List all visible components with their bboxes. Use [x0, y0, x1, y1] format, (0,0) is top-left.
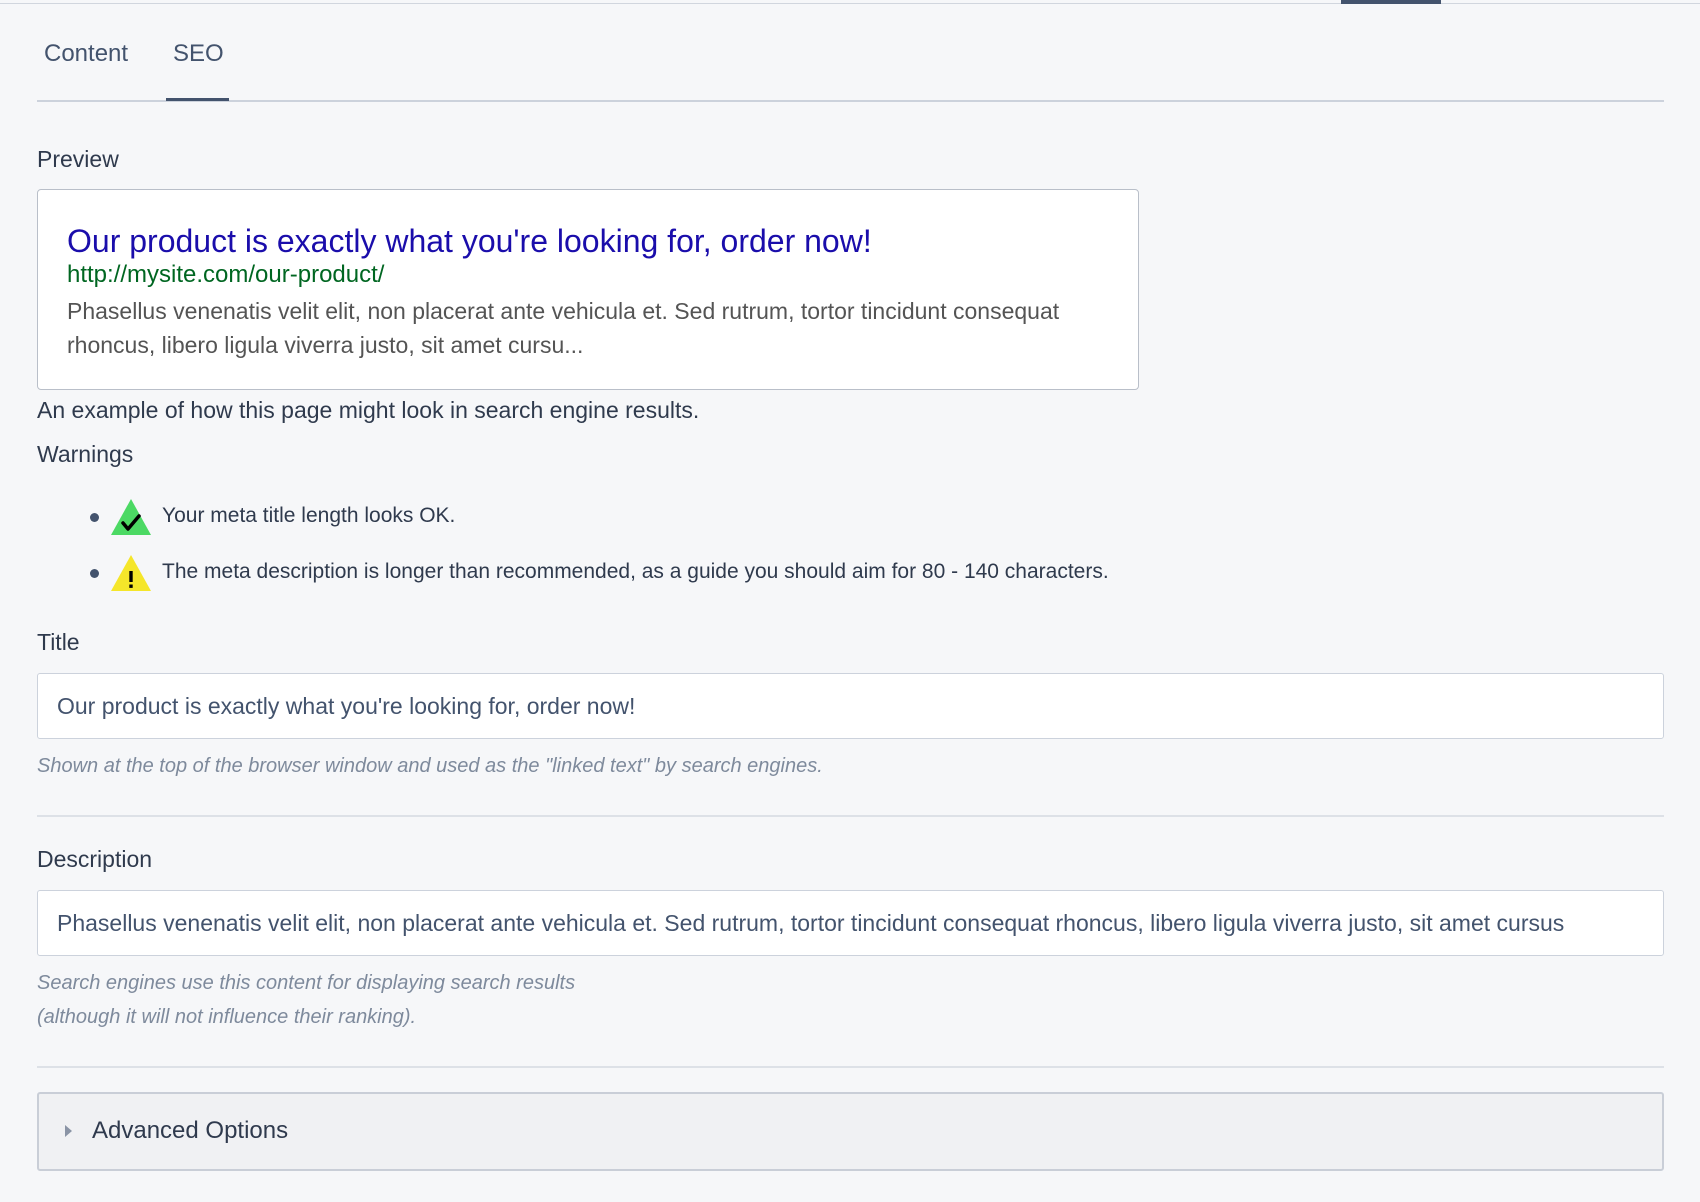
tab-seo[interactable]: SEO	[173, 40, 224, 68]
preview-description: Phasellus venenatis velit elit, non plac…	[67, 298, 1060, 358]
warning-text: The meta description is longer than reco…	[162, 560, 1109, 583]
caret-right-icon	[65, 1125, 72, 1137]
advanced-options-label: Advanced Options	[92, 1117, 289, 1144]
tab-content[interactable]: Content	[44, 40, 128, 68]
title-help-text: Shown at the top of the browser window a…	[37, 755, 823, 777]
search-preview: Our product is exactly what you're looki…	[37, 189, 1139, 390]
tab-bar: Content SEO	[37, 0, 1664, 102]
preview-label: Preview	[37, 146, 119, 172]
title-input[interactable]	[37, 673, 1664, 739]
preview-title: Our product is exactly what you're looki…	[67, 223, 872, 259]
warnings-label: Warnings	[37, 441, 134, 467]
description-input[interactable]	[37, 890, 1664, 956]
advanced-options-toggle[interactable]: Advanced Options	[37, 1092, 1664, 1171]
active-tab-indicator	[166, 98, 229, 101]
check-icon	[111, 499, 151, 535]
bullet	[90, 569, 99, 578]
warning-text: Your meta title length looks OK.	[162, 504, 456, 527]
bullet	[90, 513, 99, 522]
divider	[37, 1066, 1664, 1068]
preview-help-text: An example of how this page might look i…	[37, 397, 700, 423]
warning-icon	[111, 555, 151, 591]
description-help-line1: Search engines use this content for disp…	[37, 972, 576, 994]
divider	[37, 815, 1664, 817]
preview-url: http://mysite.com/our-product/	[67, 261, 385, 288]
description-label: Description	[37, 846, 153, 872]
title-label: Title	[37, 629, 80, 655]
description-help-line2: (although it will not influence their ra…	[37, 1006, 417, 1028]
